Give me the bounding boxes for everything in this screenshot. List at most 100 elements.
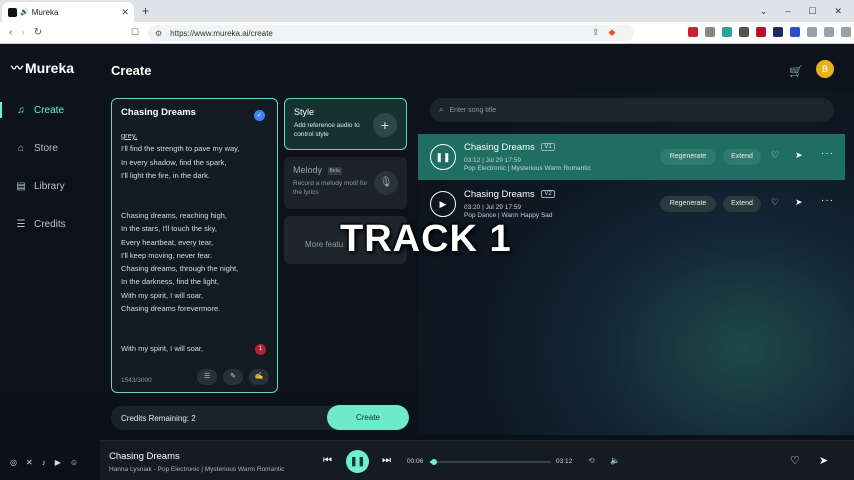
tab-close-icon[interactable]: ✕ xyxy=(121,7,129,18)
puzzle-icon[interactable] xyxy=(807,27,817,37)
microphone-icon[interactable]: 🎙 xyxy=(374,171,398,195)
extend-button[interactable]: Extend xyxy=(723,196,761,212)
youtube-icon[interactable]: ▶ xyxy=(55,458,61,467)
progress-handle[interactable] xyxy=(430,459,437,465)
volume-icon[interactable]: 🔈 xyxy=(610,456,620,465)
avatar[interactable]: B xyxy=(816,60,834,78)
lyrics-structure-icon[interactable]: ☰ xyxy=(197,369,217,385)
search-placeholder: Enter song title xyxy=(449,106,497,114)
extension-gray-icon[interactable] xyxy=(705,27,715,37)
next-track-icon[interactable]: ⏭ xyxy=(382,455,391,466)
version-badge: V1 xyxy=(541,143,555,152)
instagram-icon[interactable]: ◎ xyxy=(10,458,17,467)
playlist-icon[interactable] xyxy=(824,27,834,37)
lyrics-verse[interactable]: grey, I'll find the strength to pave my … xyxy=(121,129,239,182)
song-row[interactable]: ❚❚ Chasing Dreams V1 03:12 | Jul 29 17:5… xyxy=(418,134,845,180)
sidebar-item-credits[interactable]: ☰ Credits xyxy=(14,219,66,230)
more-options-icon[interactable]: ··· xyxy=(821,195,834,206)
share-send-icon[interactable]: ➤ xyxy=(819,454,828,467)
tab-list-chevron-icon[interactable]: ⌄ xyxy=(760,6,768,17)
lyric-line: I'll light the fire, in the dark. xyxy=(121,170,210,180)
x-twitter-icon[interactable]: ✕ xyxy=(26,458,33,467)
lyrics-editor[interactable]: Chasing Dreams ✓ grey, I'll find the str… xyxy=(111,98,278,393)
lyric-line: With my spirit, I will soar, xyxy=(121,290,204,300)
back-arrow-icon[interactable]: ‹ xyxy=(9,27,12,38)
cart-icon[interactable]: 🛒 xyxy=(789,65,803,78)
audio-player-bar: Chasing Dreams Hanna Lysniak - Pop Elect… xyxy=(100,440,854,480)
lyrics-chorus[interactable]: Chasing dreams, reaching high, In the st… xyxy=(121,209,238,315)
share-send-icon[interactable]: ➤ xyxy=(795,150,803,161)
database-icon: ☰ xyxy=(16,219,26,230)
share-send-icon[interactable]: ➤ xyxy=(795,197,803,208)
ai-write-icon[interactable]: ✍ xyxy=(249,369,269,385)
extend-button[interactable]: Extend xyxy=(723,149,761,165)
extension-crimson-icon[interactable] xyxy=(756,27,766,37)
extension-blue-icon[interactable] xyxy=(790,27,800,37)
window-close-button[interactable]: ✕ xyxy=(834,6,842,17)
reload-icon[interactable]: ↻ xyxy=(34,27,42,38)
maximize-button[interactable]: ☐ xyxy=(808,6,816,17)
track-duration: 03:12 xyxy=(556,458,573,465)
loop-icon[interactable]: ⟲ xyxy=(588,456,595,465)
sidepanel-icon[interactable] xyxy=(841,27,851,37)
music-note-icon: ♫ xyxy=(17,105,25,116)
extension-icons xyxy=(688,27,854,37)
sidebar-item-store[interactable]: ⌂ Store xyxy=(14,143,58,154)
heart-icon[interactable]: ♡ xyxy=(790,454,800,467)
regenerate-button[interactable]: Regenerate xyxy=(660,149,716,165)
bookmark-icon[interactable]: ☐ xyxy=(131,27,139,38)
lyric-line: grey, xyxy=(121,131,138,140)
tiktok-icon[interactable]: ♪ xyxy=(42,458,46,467)
lyric-line: I'll find the strength to pave my way, xyxy=(121,144,240,154)
browser-tab[interactable]: 🔊 Mureka ✕ xyxy=(2,2,134,22)
mureka-logo[interactable]: 〰 Mureka xyxy=(11,59,74,76)
sidebar-item-create[interactable]: ♫ Create xyxy=(0,102,65,118)
play-button[interactable]: ▶ xyxy=(430,191,456,217)
discord-icon[interactable]: ☺ xyxy=(70,458,78,467)
browser-tab-bar: 🔊 Mureka ✕ + ⌄ – ☐ ✕ xyxy=(0,0,854,22)
version-badge: V2 xyxy=(541,190,555,199)
extension-red-icon[interactable] xyxy=(688,27,698,37)
url-field[interactable]: ⚙ https://www.mureka.ai/create xyxy=(148,25,634,41)
heart-icon[interactable]: ♡ xyxy=(771,197,779,208)
notification-badge[interactable]: 1 xyxy=(255,344,266,355)
social-links: ◎ ✕ ♪ ▶ ☺ xyxy=(10,458,78,467)
lyric-line: Chasing dreams forevermore. xyxy=(121,304,221,314)
sidebar-item-label: Credits xyxy=(34,219,66,230)
previous-track-icon[interactable]: ⏮ xyxy=(323,455,332,466)
sidebar-item-library[interactable]: ▤ Library xyxy=(14,181,64,192)
edit-pen-icon[interactable]: ✎ xyxy=(223,369,243,385)
share-icon[interactable]: ⇪ xyxy=(592,27,600,38)
site-info-icon[interactable]: ⚙ xyxy=(155,29,162,38)
sidebar-item-label: Create xyxy=(34,105,65,116)
player-song-subtitle: Hanna Lysniak - Pop Electronic | Mysteri… xyxy=(109,466,285,473)
melody-card[interactable]: Melody Beta Record a melody motif for th… xyxy=(284,157,407,209)
lyric-line: With my spirit, I will soar, xyxy=(121,344,204,353)
extension-navy-icon[interactable] xyxy=(773,27,783,37)
store-icon: ⌂ xyxy=(17,143,25,154)
melody-card-desc: Record a melody motif for the lyrics xyxy=(293,180,368,196)
player-pause-button[interactable]: ❚❚ xyxy=(346,450,369,473)
extension-teal-icon[interactable] xyxy=(722,27,732,37)
speaker-icon[interactable]: 🔊 xyxy=(20,8,29,16)
lyric-line: Chasing dreams, reaching high, xyxy=(121,211,227,220)
more-options-icon[interactable]: ··· xyxy=(821,148,834,159)
progress-slider[interactable] xyxy=(430,459,551,465)
new-tab-button[interactable]: + xyxy=(142,4,149,18)
character-count: 1543/3000 xyxy=(121,377,152,384)
song-title: Chasing Dreams xyxy=(464,189,535,200)
create-button[interactable]: Create xyxy=(327,405,409,430)
minimize-button[interactable]: – xyxy=(785,6,790,16)
brave-shield-icon[interactable]: ◆ xyxy=(609,27,616,38)
song-title-field[interactable]: Chasing Dreams xyxy=(121,107,268,118)
brand-name: Mureka xyxy=(25,59,75,76)
mureka-favicon-icon xyxy=(8,7,17,17)
add-style-button[interactable]: + xyxy=(373,113,397,137)
forward-arrow-icon[interactable]: › xyxy=(21,27,24,38)
song-search-input[interactable]: ⌕ Enter song title xyxy=(430,98,834,122)
pause-button[interactable]: ❚❚ xyxy=(430,144,456,170)
regenerate-button[interactable]: Regenerate xyxy=(660,196,716,212)
style-card[interactable]: Style Add reference audio to control sty… xyxy=(284,98,407,150)
extension-dark-icon[interactable] xyxy=(739,27,749,37)
heart-icon[interactable]: ♡ xyxy=(771,150,779,161)
